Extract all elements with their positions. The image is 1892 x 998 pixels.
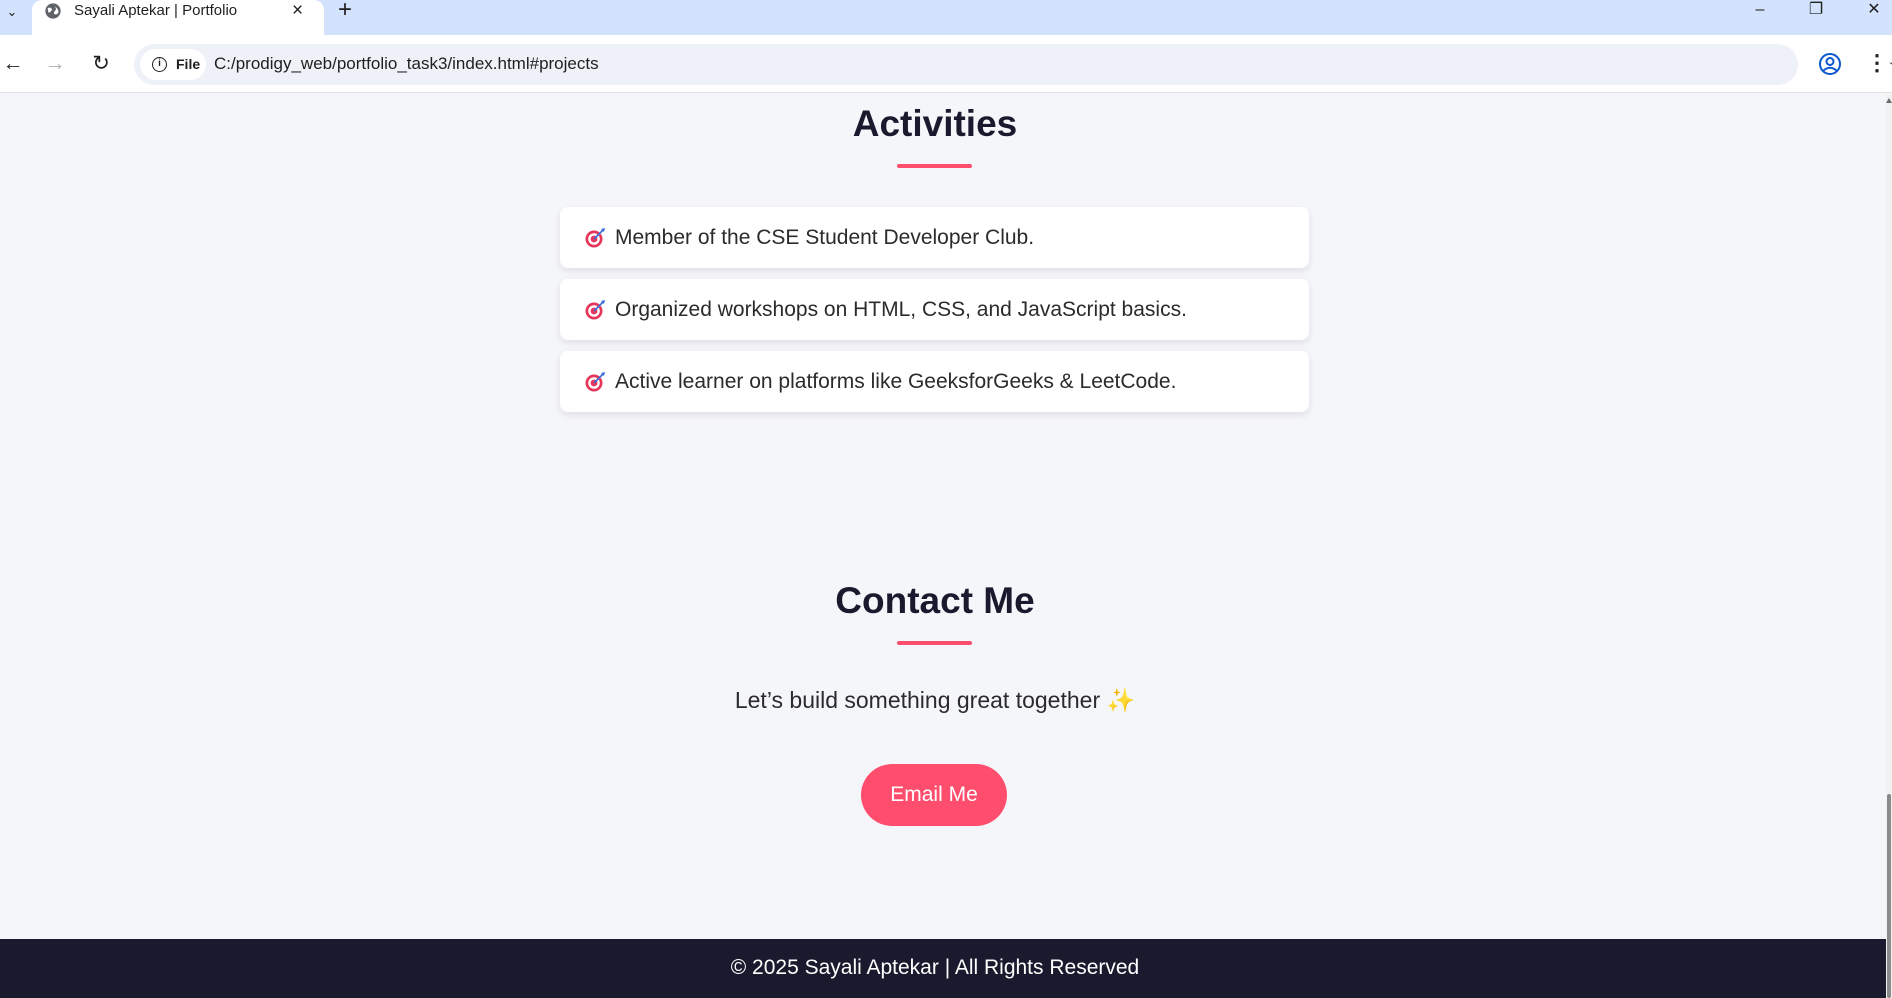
target-dart-icon: [585, 372, 605, 392]
tab-search-chevron-icon[interactable]: ⌄: [2, 2, 22, 22]
back-arrow-icon[interactable]: ←: [0, 51, 26, 77]
profile-avatar-icon[interactable]: [1818, 52, 1842, 76]
activity-card: Member of the CSE Student Developer Club…: [560, 207, 1309, 268]
browser-toolbar: ← → ↻ i File C:/prodigy_web/portfolio_ta…: [0, 35, 1892, 93]
reload-icon[interactable]: ↻: [88, 51, 114, 77]
contact-heading-underline: [897, 641, 972, 645]
footer-copyright: © 2025 Sayali Aptekar | All Rights Reser…: [730, 956, 1140, 979]
activity-text: Active learner on platforms like Geeksfo…: [615, 370, 1177, 393]
contact-heading: Contact Me: [835, 580, 1035, 621]
activity-text: Organized workshops on HTML, CSS, and Ja…: [615, 298, 1187, 321]
tab-close-icon[interactable]: ×: [292, 1, 303, 21]
activity-card: Organized workshops on HTML, CSS, and Ja…: [560, 279, 1309, 340]
page-scrollbar[interactable]: [1886, 94, 1892, 998]
contact-tagline: Let’s build something great together ✨: [0, 687, 1870, 714]
browser-tab-active[interactable]: Sayali Aptekar | Portfolio ×: [32, 0, 324, 35]
tab-title: Sayali Aptekar | Portfolio: [74, 2, 238, 19]
address-bar[interactable]: i File C:/prodigy_web/portfolio_task3/in…: [134, 44, 1892, 85]
browser-menu-kebab-icon[interactable]: ⋮: [1866, 50, 1888, 76]
activity-card: Active learner on platforms like Geeksfo…: [560, 351, 1309, 412]
globe-icon: [45, 3, 61, 19]
sparkles-icon: ✨: [1106, 687, 1136, 713]
bookmark-star-icon[interactable]: ☆: [1888, 53, 1892, 77]
browser-tab-strip: ⌄ Sayali Aptekar | Portfolio × + – ❐ ✕: [0, 0, 1892, 35]
info-icon: i: [152, 57, 167, 72]
activity-text: Member of the CSE Student Developer Club…: [615, 226, 1035, 249]
url-text[interactable]: C:/prodigy_web/portfolio_task3/index.htm…: [214, 54, 599, 74]
email-me-button[interactable]: Email Me: [861, 764, 1007, 826]
target-dart-icon: [585, 300, 605, 320]
site-info-chip-label: File: [176, 56, 201, 72]
scrollbar-thumb[interactable]: [1887, 794, 1891, 998]
close-window-icon[interactable]: ✕: [1862, 0, 1886, 20]
forward-arrow-icon[interactable]: →: [42, 51, 68, 77]
page-viewport: Activities Member of the CSE Student Dev…: [0, 94, 1886, 998]
contact-tagline-text: Let’s build something great together: [734, 687, 1101, 713]
target-dart-icon: [585, 228, 605, 248]
minimize-window-icon[interactable]: –: [1748, 0, 1772, 20]
scroll-up-arrow-icon[interactable]: [1886, 98, 1892, 103]
page-footer: © 2025 Sayali Aptekar | All Rights Reser…: [0, 939, 1886, 998]
activities-heading-underline: [897, 164, 972, 168]
new-tab-plus-icon[interactable]: +: [338, 0, 352, 22]
restore-window-icon[interactable]: ❐: [1804, 0, 1828, 20]
site-info-chip-background: i File: [140, 49, 206, 80]
activities-heading: Activities: [852, 103, 1018, 144]
